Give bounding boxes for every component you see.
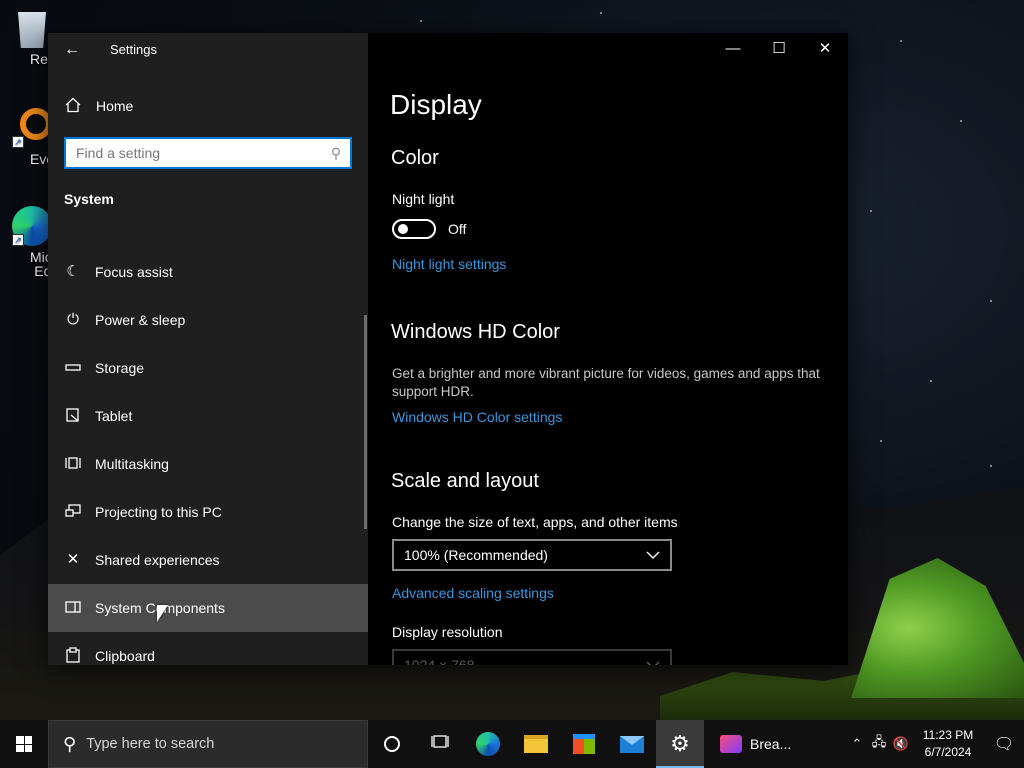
window-controls: — ☐ ✕ <box>710 33 848 65</box>
page-title: Display <box>390 89 482 120</box>
search-icon[interactable]: ⚲ <box>322 145 350 162</box>
clipboard-icon <box>64 647 82 665</box>
app-title: Settings <box>110 42 157 57</box>
taskbar-settings[interactable]: ⚙ <box>656 720 704 768</box>
system-components-icon <box>64 599 82 617</box>
edge-icon: ↗ <box>12 206 52 246</box>
cortana-icon <box>384 736 400 752</box>
nav-item-tablet[interactable]: Tablet <box>48 392 368 440</box>
start-button[interactable] <box>0 720 48 768</box>
minimize-icon: — <box>725 40 741 57</box>
system-nav-list: ☾ Focus assist ⏻ Power & sleep Storage T… <box>48 248 368 665</box>
search-icon: ⚲ <box>63 733 77 754</box>
shortcut-arrow-icon: ↗ <box>12 234 24 246</box>
night-light-toggle[interactable] <box>392 219 436 239</box>
scale-layout-heading: Scale and layout <box>391 470 539 492</box>
display-resolution-label: Display resolution <box>392 624 503 640</box>
volume-muted-icon[interactable]: 🔇 <box>890 736 912 752</box>
color-heading: Color <box>391 147 439 169</box>
back-button[interactable]: ← <box>60 39 84 61</box>
chevron-down-icon <box>646 548 660 562</box>
hd-color-description: Get a brighter and more vibrant picture … <box>392 366 820 399</box>
moon-icon: ☾ <box>66 263 80 280</box>
toggle-knob <box>398 224 408 234</box>
display-settings-pane: — ☐ ✕ Display Color Night light Off Nigh… <box>368 33 848 665</box>
night-light-settings-link[interactable]: Night light settings <box>392 256 506 272</box>
chevron-down-icon <box>646 658 660 665</box>
projecting-icon <box>64 503 82 521</box>
task-view-icon <box>431 734 449 755</box>
running-app-label: Brea... <box>750 736 792 752</box>
scale-dropdown-value: 100% (Recommended) <box>404 547 548 563</box>
hd-color-settings-link[interactable]: Windows HD Color settings <box>392 409 562 425</box>
task-view-button[interactable] <box>416 720 464 768</box>
taskbar-search[interactable]: ⚲ Type here to search <box>48 720 368 768</box>
taskbar-file-explorer[interactable] <box>512 720 560 768</box>
clock[interactable]: 11:23 PM 6/7/2024 <box>916 727 980 761</box>
store-icon <box>573 734 595 754</box>
nav-item-projecting[interactable]: Projecting to this PC <box>48 488 368 536</box>
mouse-cursor <box>157 605 168 622</box>
power-icon: ⏻ <box>67 311 79 328</box>
tablet-icon <box>64 407 82 425</box>
windows-logo-icon <box>16 736 32 752</box>
resolution-dropdown[interactable]: 1024 × 768 <box>392 649 672 665</box>
maximize-button[interactable]: ☐ <box>756 33 802 65</box>
shortcut-arrow-icon: ↗ <box>12 136 24 148</box>
home-icon <box>64 97 82 115</box>
mail-icon <box>620 735 644 753</box>
nav-item-storage[interactable]: Storage <box>48 344 368 392</box>
system-tray: ⌃ 🖧 🔇 11:23 PM 6/7/2024 🗨 <box>846 720 1024 768</box>
nav-item-system-components[interactable]: System Components <box>48 584 368 632</box>
shared-experiences-icon: ✕ <box>66 551 80 568</box>
settings-search-box: ⚲ <box>64 137 352 169</box>
settings-window: ← Settings Home ⚲ System ☾ Focus assist … <box>48 33 848 665</box>
find-setting-input[interactable] <box>66 139 322 167</box>
advanced-scaling-link[interactable]: Advanced scaling settings <box>392 585 554 601</box>
back-arrow-icon: ← <box>64 41 80 58</box>
everything-search-icon: ↗ <box>12 108 52 148</box>
nav-item-shared-experiences[interactable]: ✕ Shared experiences <box>48 536 368 584</box>
storage-icon <box>64 359 82 377</box>
nav-item-multitasking[interactable]: Multitasking <box>48 440 368 488</box>
close-icon: ✕ <box>818 40 832 57</box>
multitasking-icon <box>64 455 82 473</box>
gear-icon: ⚙ <box>670 731 690 756</box>
taskbar: ⚲ Type here to search ⚙ Brea... ⌃ 🖧 🔇 11… <box>0 720 1024 768</box>
section-heading: System <box>64 191 114 207</box>
clock-time: 11:23 PM <box>922 728 974 742</box>
nav-item-power-sleep[interactable]: ⏻ Power & sleep <box>48 296 368 344</box>
folder-icon <box>524 735 548 753</box>
nav-home[interactable]: Home <box>48 89 368 123</box>
recycle-bin-icon <box>18 12 46 48</box>
scale-dropdown[interactable]: 100% (Recommended) <box>392 539 672 571</box>
nav-item-focus-assist[interactable]: ☾ Focus assist <box>48 248 368 296</box>
nav-item-clipboard[interactable]: Clipboard <box>48 632 368 665</box>
maximize-icon: ☐ <box>772 40 786 57</box>
taskbar-edge[interactable] <box>464 720 512 768</box>
chevron-up-icon[interactable]: ⌃ <box>846 736 868 752</box>
taskbar-search-placeholder: Type here to search <box>86 736 215 752</box>
night-light-state: Off <box>448 221 467 237</box>
cortana-button[interactable] <box>368 720 416 768</box>
resolution-dropdown-value: 1024 × 768 <box>404 657 475 665</box>
network-icon[interactable]: 🖧 <box>868 733 890 755</box>
clock-date: 6/7/2024 <box>924 745 972 759</box>
notification-icon[interactable]: 🗨 <box>984 734 1024 754</box>
taskbar-running-app[interactable]: Brea... <box>714 735 804 753</box>
sidebar-scrollbar[interactable] <box>364 315 367 529</box>
night-light-label: Night light <box>392 191 455 207</box>
title-bar: ← Settings <box>48 33 368 65</box>
text-size-label: Change the size of text, apps, and other… <box>392 514 678 530</box>
taskbar-store[interactable] <box>560 720 608 768</box>
hd-color-heading: Windows HD Color <box>391 321 560 343</box>
taskbar-mail[interactable] <box>608 720 656 768</box>
edge-icon <box>476 732 500 756</box>
settings-sidebar: ← Settings Home ⚲ System ☾ Focus assist … <box>48 33 368 665</box>
app-icon <box>720 735 742 753</box>
minimize-button[interactable]: — <box>710 33 756 65</box>
close-button[interactable]: ✕ <box>802 33 848 65</box>
